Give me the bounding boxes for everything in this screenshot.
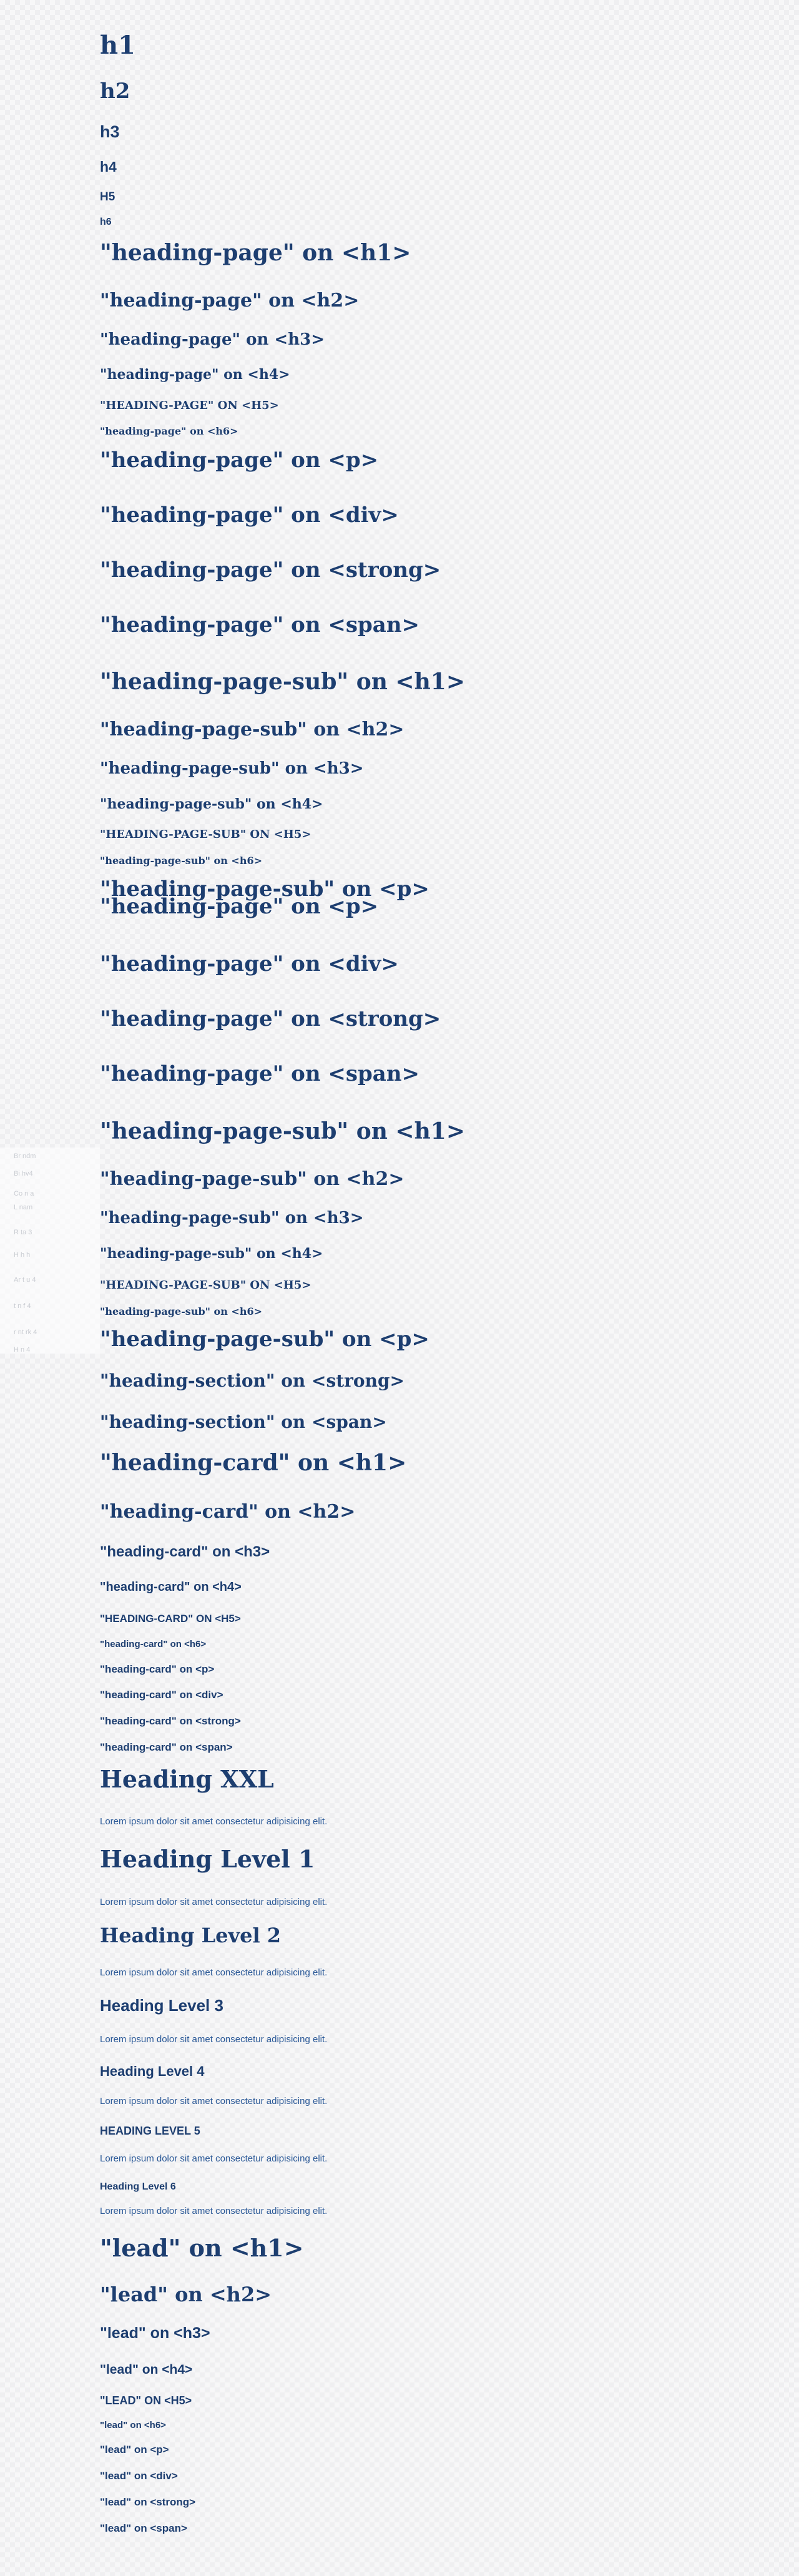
heading-level-5: HEADING LEVEL 5: [100, 2125, 200, 2137]
heading-page-div: "heading-page" on <div>: [100, 951, 399, 976]
heading-card-h2: "heading-card" on <h2>: [100, 1501, 356, 1523]
heading-page-span: "heading-page" on <span>: [100, 612, 420, 637]
side-panel-item[interactable]: L nam: [14, 1204, 32, 1211]
heading-card-h6: "heading-card" on <h6>: [100, 1639, 207, 1649]
lead-p: "lead" on <p>: [100, 2444, 169, 2456]
heading-card-h3: "heading-card" on <h3>: [100, 1543, 270, 1560]
heading-page-sub-h6: "heading-page-sub" on <h6>: [100, 1305, 262, 1317]
lead-span: "lead" on <span>: [100, 2522, 187, 2534]
heading-level-1: Heading Level 1: [100, 1845, 315, 1873]
heading-page-strong: "heading-page" on <strong>: [100, 1006, 441, 1031]
heading-card-span: "heading-card" on <span>: [100, 1741, 233, 1753]
lorem-text: Lorem ipsum dolor sit amet consectetur a…: [100, 2153, 328, 2164]
heading-page-sub-h1: "heading-page-sub" on <h1>: [100, 669, 465, 695]
heading-page-h3: "heading-page" on <h3>: [100, 330, 325, 349]
heading-page-h6: "heading-page" on <h6>: [100, 425, 238, 437]
heading-card-h4: "heading-card" on <h4>: [100, 1580, 242, 1594]
lorem-text: Lorem ipsum dolor sit amet consectetur a…: [100, 1967, 328, 1978]
side-panel-item[interactable]: H h h: [14, 1251, 30, 1259]
heading-h3-sample: h3: [100, 122, 120, 141]
heading-page-p: "heading-page" on <p>: [100, 448, 379, 473]
lead-h3: "lead" on <h3>: [100, 2324, 210, 2342]
heading-level-4: Heading Level 4: [100, 2063, 205, 2079]
heading-h6-sample: h6: [100, 217, 112, 227]
side-panel-item[interactable]: t n f 4: [14, 1302, 31, 1310]
heading-level-2: Heading Level 2: [100, 1924, 282, 1947]
heading-page-h4: "heading-page" on <h4>: [100, 366, 290, 383]
heading-page-sub-h5: "HEADING-PAGE-SUB" ON <H5>: [100, 828, 311, 841]
heading-page-h5: "HEADING-PAGE" ON <H5>: [100, 399, 279, 412]
heading-card-div: "heading-card" on <div>: [100, 1689, 223, 1701]
heading-page-sub-p: "heading-page-sub" on <p>: [100, 1327, 429, 1352]
heading-page-sub-h6: "heading-page-sub" on <h6>: [100, 855, 262, 867]
heading-h2-sample: h2: [100, 79, 130, 104]
heading-page-div: "heading-page" on <div>: [100, 503, 399, 528]
heading-page-h1: "heading-page" on <h1>: [100, 240, 411, 266]
lead-h4: "lead" on <h4>: [100, 2362, 193, 2377]
heading-page-sub-h1: "heading-page-sub" on <h1>: [100, 1118, 465, 1144]
heading-h1-sample: h1: [100, 31, 135, 60]
side-panel: Br ndm Bi hv4 Co n a L nam R ta 3 H h h …: [0, 1148, 100, 1354]
side-panel-item[interactable]: r nt rk 4: [14, 1329, 37, 1336]
heading-page-sub-h3: "heading-page-sub" on <h3>: [100, 1209, 364, 1227]
lead-h2: "lead" on <h2>: [100, 2283, 272, 2306]
lorem-text: Lorem ipsum dolor sit amet consectetur a…: [100, 1897, 328, 1907]
lorem-text: Lorem ipsum dolor sit amet consectetur a…: [100, 1816, 328, 1827]
heading-page-sub-h4: "heading-page-sub" on <h4>: [100, 1246, 323, 1262]
heading-section-strong: "heading-section" on <strong>: [100, 1370, 405, 1391]
heading-page-strong: "heading-page" on <strong>: [100, 558, 441, 583]
heading-page-sub-h4: "heading-page-sub" on <h4>: [100, 796, 323, 812]
lead-h6: "lead" on <h6>: [100, 2420, 166, 2431]
heading-page-sub-h3: "heading-page-sub" on <h3>: [100, 759, 364, 778]
heading-page-span: "heading-page" on <span>: [100, 1061, 420, 1086]
side-panel-item[interactable]: H n 4: [14, 1346, 30, 1354]
heading-card-h5: "HEADING-CARD" ON <H5>: [100, 1613, 241, 1625]
heading-card-strong: "heading-card" on <strong>: [100, 1715, 241, 1727]
lead-h5: "LEAD" ON <H5>: [100, 2394, 192, 2407]
heading-xxl: Heading XXL: [100, 1765, 274, 1793]
lorem-text: Lorem ipsum dolor sit amet consectetur a…: [100, 2096, 328, 2107]
heading-page-sub-h2: "heading-page-sub" on <h2>: [100, 719, 404, 740]
side-panel-item[interactable]: Ar t u 4: [14, 1276, 36, 1284]
lead-strong: "lead" on <strong>: [100, 2496, 196, 2508]
heading-section-span: "heading-section" on <span>: [100, 1412, 387, 1432]
side-panel-item[interactable]: Br ndm: [14, 1153, 36, 1160]
side-panel-item[interactable]: Co n a: [14, 1190, 34, 1197]
heading-page-h2: "heading-page" on <h2>: [100, 290, 360, 312]
heading-card-h1: "heading-card" on <h1>: [100, 1450, 407, 1476]
side-panel-item[interactable]: Bi hv4: [14, 1170, 33, 1177]
heading-h4-sample: h4: [100, 159, 117, 175]
heading-page-sub-h5: "HEADING-PAGE-SUB" ON <H5>: [100, 1279, 311, 1292]
lead-div: "lead" on <div>: [100, 2470, 178, 2482]
lorem-text: Lorem ipsum dolor sit amet consectetur a…: [100, 2034, 328, 2045]
heading-page-sub-h2: "heading-page-sub" on <h2>: [100, 1168, 404, 1190]
side-panel-item[interactable]: R ta 3: [14, 1229, 32, 1236]
lorem-text: Lorem ipsum dolor sit amet consectetur a…: [100, 2206, 328, 2216]
heading-level-6: Heading Level 6: [100, 2181, 176, 2192]
lead-h1: "lead" on <h1>: [100, 2234, 304, 2262]
heading-level-3: Heading Level 3: [100, 1996, 223, 2015]
heading-h5-sample: H5: [100, 190, 115, 204]
heading-card-p: "heading-card" on <p>: [100, 1663, 215, 1675]
heading-page-p: "heading-page" on <p>: [100, 894, 379, 919]
